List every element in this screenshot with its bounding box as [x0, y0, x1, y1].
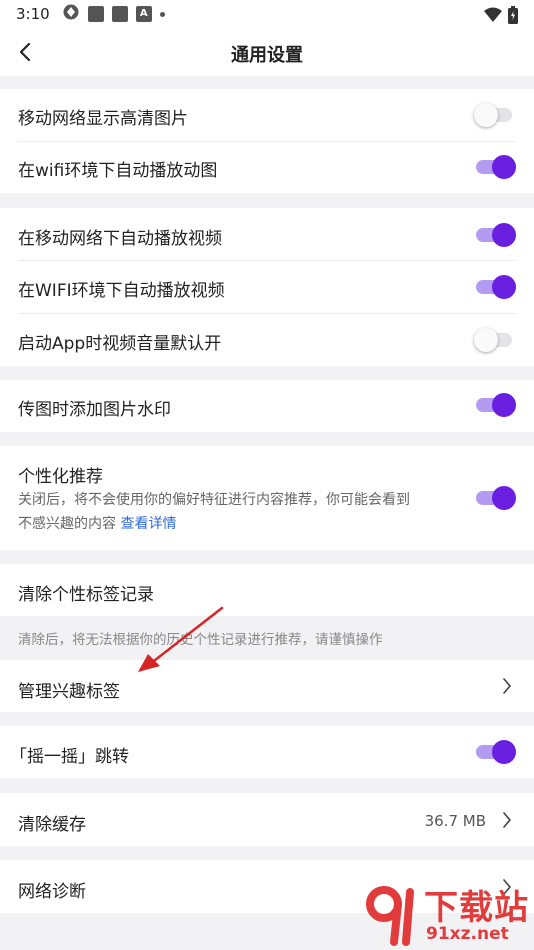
description-line: 不感兴趣的内容 查看详情 [18, 516, 177, 532]
setting-label: 清除缓存 [18, 815, 86, 835]
setting-description: 关闭后，将不会使用你的偏好特征进行内容推荐，你可能会看到 不感兴趣的内容 查看详… [18, 488, 468, 536]
view-details-link[interactable]: 查看详情 [120, 516, 176, 532]
setting-row-clear-tags[interactable]: 清除个性标签记录 [0, 564, 534, 616]
setting-label: 个性化推荐 [18, 467, 103, 487]
settings-group-images: 移动网络显示高清图片 在wifi环境下自动播放动图 [0, 89, 534, 193]
toggle-wifi-autoplay-gif[interactable] [474, 155, 516, 179]
setting-row-personalized[interactable]: 个性化推荐 关闭后，将不会使用你的偏好特征进行内容推荐，你可能会看到 不感兴趣的… [0, 446, 534, 550]
dot-icon [159, 11, 165, 17]
cache-size-value: 36.7 MB [424, 812, 486, 830]
toggle-mobile-autoplay-video[interactable] [474, 223, 516, 247]
site-watermark: 下载站 91xz.net [354, 880, 534, 950]
setting-label: 「摇一摇」跳转 [10, 747, 129, 767]
setting-label: 网络诊断 [18, 882, 86, 902]
setting-label: 启动App时视频音量默认开 [18, 334, 222, 354]
setting-row-wifi-autoplay-gif[interactable]: 在wifi环境下自动播放动图 [0, 142, 534, 193]
status-time: 3:10 [16, 5, 50, 23]
toggle-mobile-hd-images[interactable] [474, 103, 514, 127]
page-title: 通用设置 [231, 45, 303, 66]
vpn-icon [62, 3, 80, 25]
setting-row-mobile-autoplay-video[interactable]: 在移动网络下自动播放视频 [0, 208, 534, 260]
a-badge-icon: A [135, 6, 152, 22]
setting-label: 在wifi环境下自动播放动图 [18, 161, 218, 181]
watermark-url: 91xz.net [426, 924, 509, 944]
battery-icon [508, 6, 518, 28]
status-bar: 3:10 A [0, 0, 534, 28]
toggle-upload-watermark[interactable] [474, 393, 516, 417]
toggle-shake-jump[interactable] [474, 740, 516, 764]
setting-row-clear-cache[interactable]: 清除缓存 36.7 MB [0, 793, 534, 846]
setting-label: 移动网络显示高清图片 [18, 109, 188, 129]
toggle-personalized[interactable] [474, 486, 516, 510]
chevron-right-icon [503, 812, 511, 828]
setting-label: 传图时添加图片水印 [18, 400, 171, 420]
watermark-text: 下载站 [424, 888, 529, 928]
wifi-icon [484, 7, 502, 27]
settings-group-video: 在移动网络下自动播放视频 在WIFI环境下自动播放视频 启动App时视频音量默认… [0, 208, 534, 366]
nav-bar: 通用设置 [0, 28, 534, 76]
app-square-icon [111, 6, 128, 22]
setting-row-mobile-hd-images[interactable]: 移动网络显示高清图片 [0, 89, 534, 141]
setting-row-shake-jump[interactable]: 「摇一摇」跳转 [0, 726, 534, 778]
toggle-wifi-autoplay-video[interactable] [474, 275, 516, 299]
setting-label: 在WIFI环境下自动播放视频 [18, 281, 225, 301]
setting-row-app-start-video-sound[interactable]: 启动App时视频音量默认开 [0, 314, 534, 366]
setting-row-wifi-autoplay-video[interactable]: 在WIFI环境下自动播放视频 [0, 261, 534, 313]
annotation-arrow [138, 606, 224, 672]
setting-label: 在移动网络下自动播放视频 [18, 229, 222, 249]
setting-label: 管理兴趣标签 [18, 682, 120, 702]
description-line: 关闭后，将不会使用你的偏好特征进行内容推荐，你可能会看到 [18, 492, 410, 508]
watermark-logo-icon [366, 886, 414, 946]
toggle-app-start-video-sound[interactable] [474, 328, 514, 352]
app-square-icon [87, 6, 104, 22]
setting-row-upload-watermark[interactable]: 传图时添加图片水印 [0, 380, 534, 432]
setting-row-manage-interest-tags[interactable]: 管理兴趣标签 [0, 660, 534, 712]
chevron-right-icon [503, 678, 511, 694]
